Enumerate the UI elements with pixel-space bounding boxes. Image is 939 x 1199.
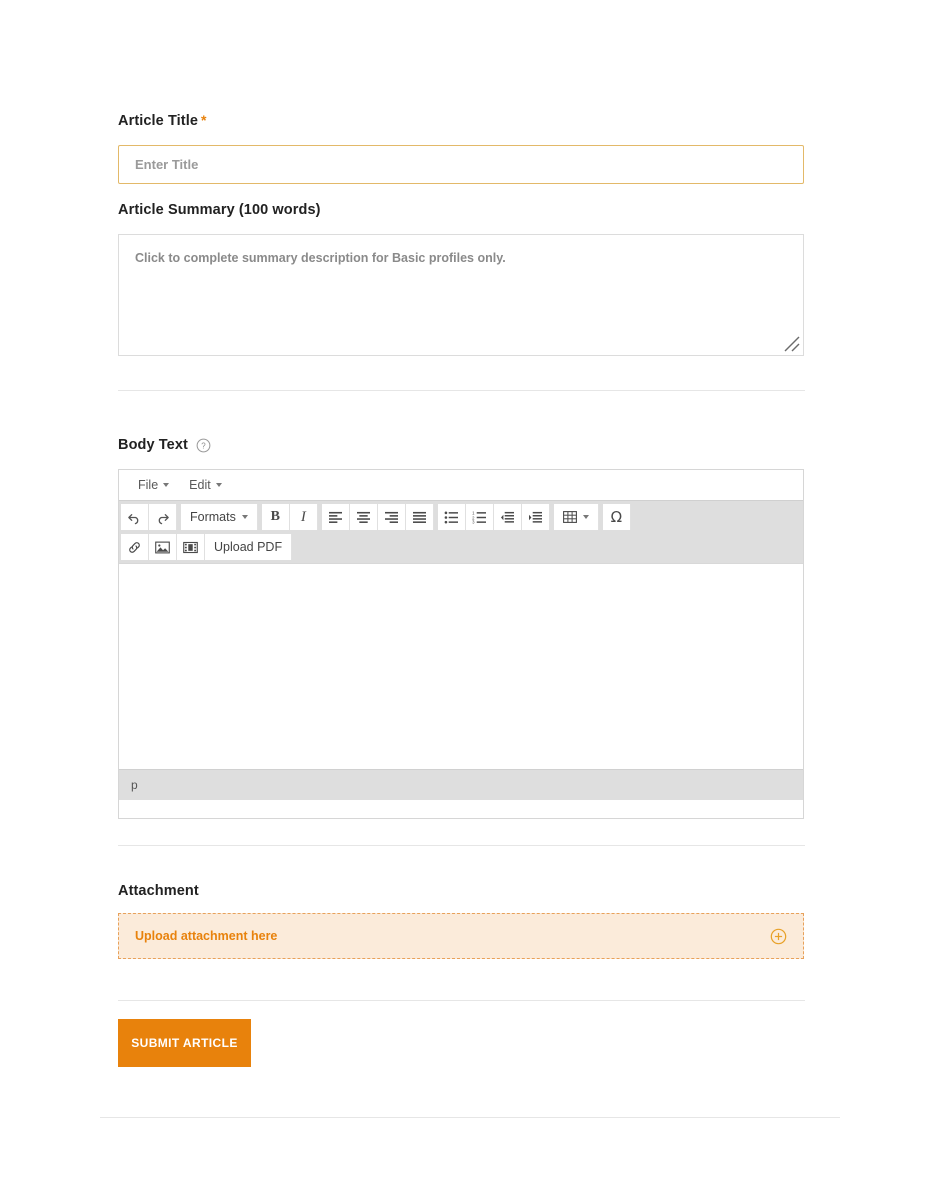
editor-toolbar-row-2: Upload PDF [121,533,803,561]
indent-button[interactable] [521,504,550,530]
submit-article-button[interactable]: SUBMIT ARTICLE [118,1019,251,1067]
editor-menubar: File Edit [119,470,803,500]
section-divider [118,845,805,846]
body-text-label: Body Text [118,437,188,453]
align-center-button[interactable] [349,504,378,530]
article-summary-container [118,234,804,356]
align-justify-button[interactable] [405,504,434,530]
editor-toolbar: Formats B I 1 2 3 Ω Upload PDF [119,500,803,563]
question-circle-icon[interactable]: ? [196,438,211,453]
article-title-input[interactable] [118,145,804,184]
editor-toolbar-row-1: Formats B I 1 2 3 Ω [121,503,803,531]
article-summary-label: Article Summary (100 words) [118,202,321,218]
table-dropdown-button[interactable] [553,504,599,530]
redo-icon [158,513,169,524]
plus-circle-icon[interactable] [770,928,787,945]
outdent-icon [500,511,514,523]
article-title-label: Article Title * [118,112,207,129]
menu-edit-label: Edit [189,478,211,492]
article-summary-input[interactable] [119,235,803,355]
menu-edit[interactable]: Edit [180,475,231,495]
svg-text:3: 3 [472,519,475,523]
article-submission-form: Article Title* Article Summary (100 word… [0,0,939,1199]
insert-link-button[interactable] [121,534,149,560]
editor-status-bar: p [119,769,803,800]
italic-button[interactable]: I [289,504,318,530]
media-icon [183,541,198,553]
numbered-list-button[interactable]: 1 2 3 [465,504,494,530]
chevron-down-icon [215,483,222,487]
table-icon [562,511,577,523]
attachment-label: Attachment [118,883,199,899]
rich-text-editor: File Edit Formats B I 1 2 3 Ω Upload PDF… [118,469,804,819]
bullet-list-icon [444,511,458,523]
formats-dropdown-button[interactable]: Formats [181,504,258,530]
undo-icon [128,513,139,524]
formats-dropdown-label: Formats [190,510,236,524]
page-footer-divider [100,1117,840,1118]
svg-text:?: ? [201,442,206,451]
special-character-button[interactable]: Ω [602,504,631,530]
image-icon [155,541,170,553]
align-right-button[interactable] [377,504,406,530]
section-divider [118,390,805,391]
attachment-dropzone[interactable]: Upload attachment here [118,913,804,959]
align-center-icon [356,511,370,523]
upload-pdf-button[interactable]: Upload PDF [205,534,293,560]
undo-button[interactable] [121,504,149,530]
required-asterisk: * [201,112,207,128]
numbered-list-icon: 1 2 3 [472,511,486,524]
indent-icon [528,511,542,523]
insert-image-button[interactable] [149,534,177,560]
bullet-list-button[interactable] [437,504,466,530]
section-divider [118,1000,805,1001]
align-justify-icon [412,511,426,523]
chevron-down-icon [163,483,170,487]
menu-file[interactable]: File [129,475,178,495]
insert-media-button[interactable] [177,534,205,560]
editor-content-area[interactable] [119,563,803,769]
redo-button[interactable] [149,504,177,530]
attachment-dropzone-text: Upload attachment here [135,929,278,943]
chevron-down-icon [582,515,589,519]
align-left-icon [328,511,342,523]
align-left-button[interactable] [321,504,350,530]
bold-button[interactable]: B [261,504,290,530]
menu-file-label: File [138,478,159,492]
link-icon [129,541,140,553]
align-right-icon [384,511,398,523]
article-title-label-text: Article Title [118,113,199,129]
outdent-button[interactable] [493,504,522,530]
chevron-down-icon [241,515,248,519]
editor-element-path: p [131,778,138,792]
